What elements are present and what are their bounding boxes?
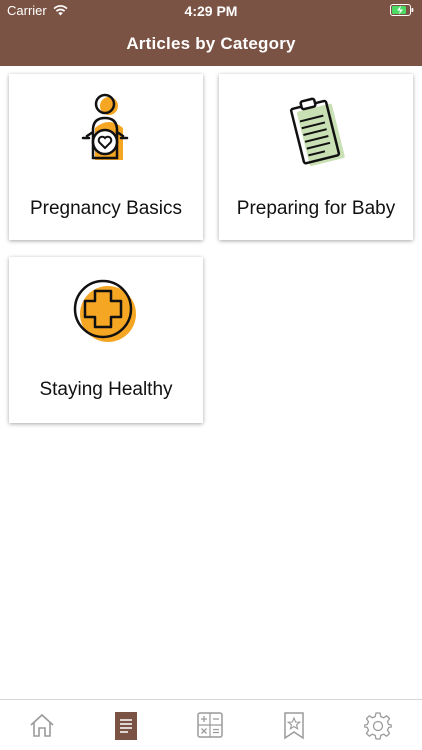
tab-bar: [0, 699, 422, 750]
battery-charging-icon: [390, 4, 414, 16]
tab-settings[interactable]: [336, 700, 420, 750]
header: Carrier 4:29 PM Articles by Category: [0, 0, 422, 66]
status-bar: Carrier 4:29 PM: [0, 0, 422, 22]
category-card-pregnancy-basics[interactable]: Pregnancy Basics: [9, 74, 203, 240]
settings-gear-icon: [364, 712, 392, 740]
calculator-icon: [197, 712, 223, 738]
page-title: Articles by Category: [126, 34, 296, 53]
category-label: Pregnancy Basics: [29, 198, 183, 219]
category-card-staying-healthy[interactable]: Staying Healthy: [9, 257, 203, 423]
category-card-preparing-for-baby[interactable]: Preparing for Baby: [219, 74, 413, 240]
tab-articles[interactable]: [84, 700, 168, 750]
app-root: Carrier 4:29 PM Articles by Category Pre…: [0, 0, 422, 750]
clock: 4:29 PM: [184, 3, 238, 19]
medical-cross-icon: [73, 279, 136, 342]
bookmark-star-icon: [284, 712, 304, 740]
category-label: Preparing for Baby: [236, 198, 396, 219]
articles-icon: [115, 712, 137, 740]
category-label: Staying Healthy: [39, 379, 173, 400]
tab-bookmarks[interactable]: [252, 700, 336, 750]
clipboard-icon: [289, 97, 345, 166]
pregnant-woman-icon: [81, 93, 129, 160]
tab-home[interactable]: [0, 700, 84, 750]
home-icon: [30, 713, 54, 737]
tab-calculator[interactable]: [168, 700, 252, 750]
